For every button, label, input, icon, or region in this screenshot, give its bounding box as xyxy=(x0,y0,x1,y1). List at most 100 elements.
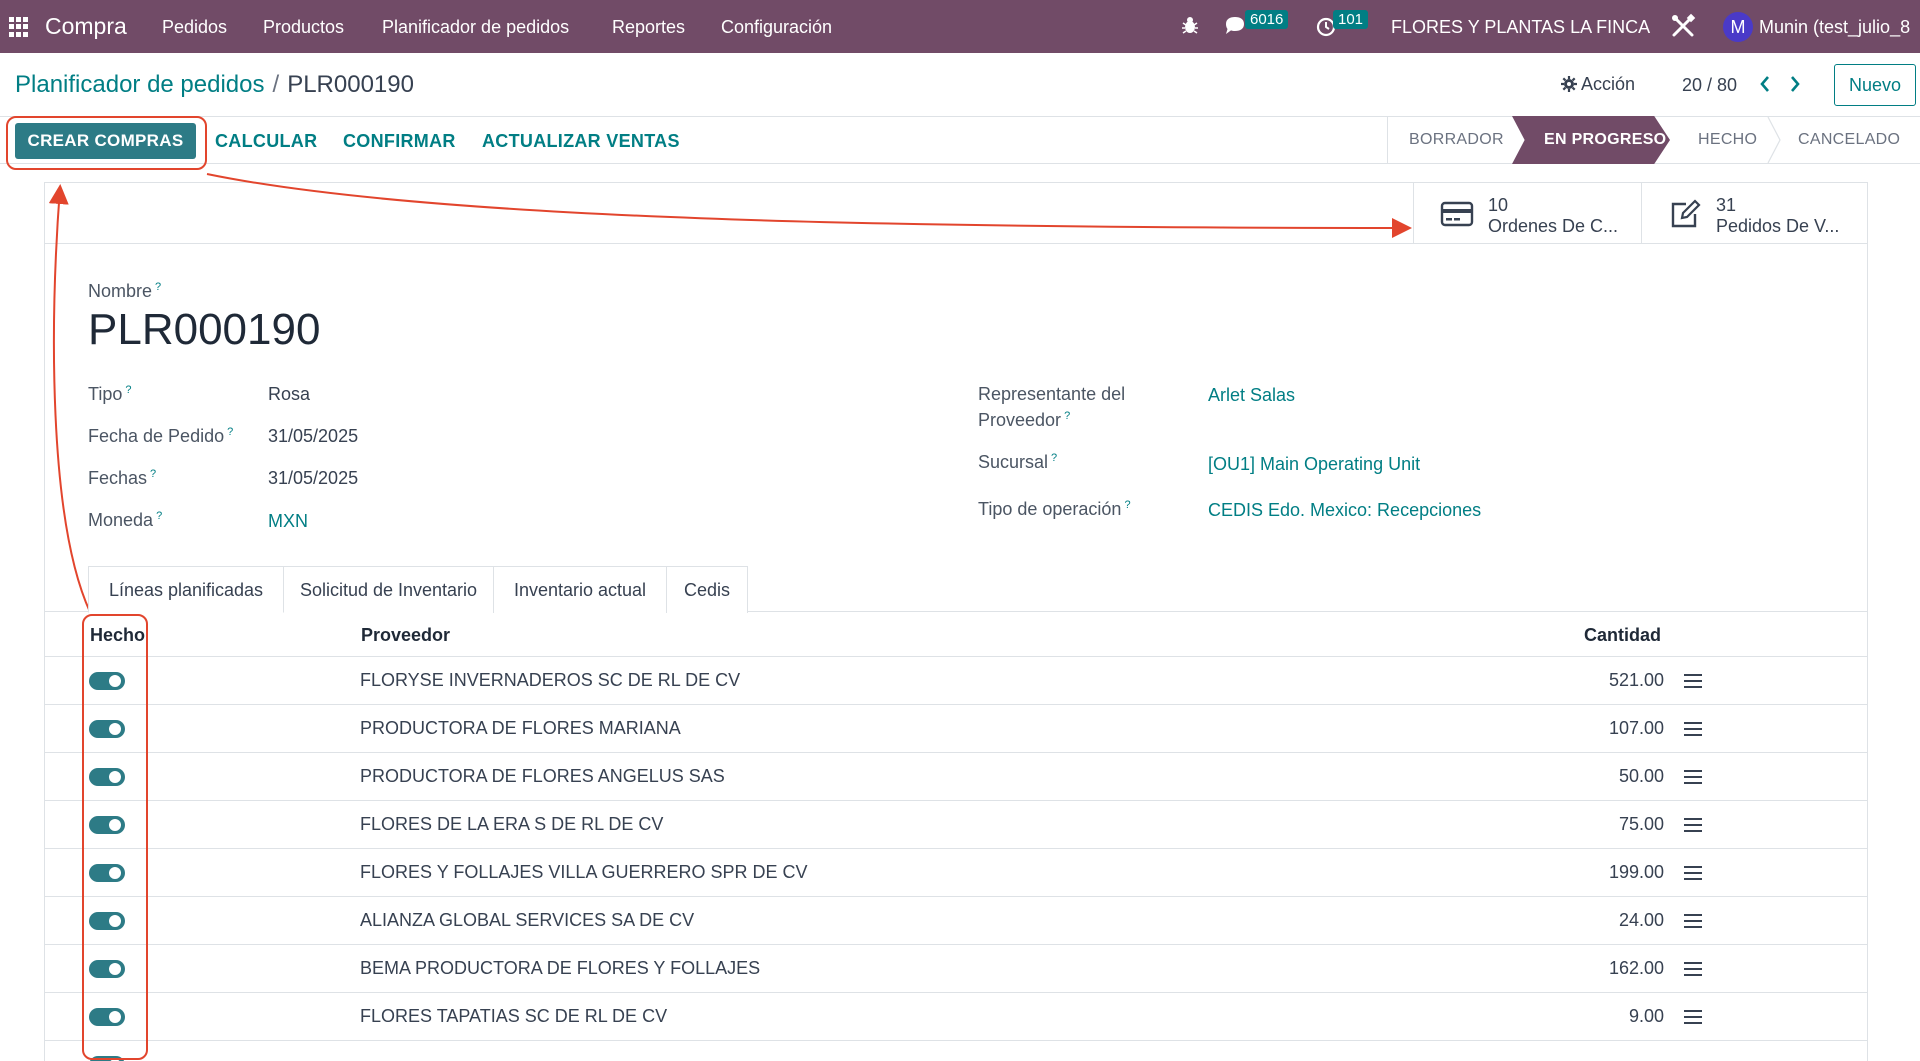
drag-handle-icon[interactable] xyxy=(1684,722,1702,736)
new-button[interactable]: Nuevo xyxy=(1834,64,1916,106)
stage-cancelled[interactable]: CANCELADO xyxy=(1798,131,1900,149)
messages-icon[interactable] xyxy=(1223,14,1247,38)
app-name[interactable]: Compra xyxy=(45,13,127,40)
confirm-button[interactable]: CONFIRMAR xyxy=(343,131,456,152)
done-toggle[interactable] xyxy=(89,960,125,978)
purchase-orders-count: 10 xyxy=(1488,195,1509,215)
user-avatar[interactable]: M xyxy=(1723,12,1753,42)
table-row[interactable]: FLORES DE LA ERA S DE RL DE CV 75.00 xyxy=(44,800,1868,848)
currency-value[interactable]: MXN xyxy=(268,511,308,532)
quantity-cell[interactable]: 75.00 xyxy=(1619,814,1664,835)
company-switcher[interactable]: FLORES Y PLANTAS LA FINCA xyxy=(1391,17,1650,38)
branch-value[interactable]: [OU1] Main Operating Unit xyxy=(1208,454,1420,475)
column-header-supplier[interactable]: Proveedor xyxy=(361,625,450,646)
done-toggle[interactable] xyxy=(89,816,125,834)
supplier-rep-label-line1: Representante del xyxy=(978,384,1126,404)
chevron-right-icon[interactable] xyxy=(1787,74,1803,94)
drag-handle-icon[interactable] xyxy=(1684,914,1702,928)
apps-menu-icon[interactable] xyxy=(9,17,29,37)
table-row[interactable]: FLORES TAPATIAS SC DE RL DE CV 9.00 xyxy=(44,992,1868,1040)
table-row[interactable] xyxy=(44,1040,1868,1061)
done-toggle[interactable] xyxy=(89,768,125,786)
done-toggle[interactable] xyxy=(89,912,125,930)
action-menu-button[interactable]: Acción xyxy=(1561,74,1635,95)
breadcrumb-parent[interactable]: Planificador de pedidos xyxy=(15,71,265,98)
done-toggle[interactable] xyxy=(89,1056,125,1061)
supplier-cell[interactable]: FLORES DE LA ERA S DE RL DE CV xyxy=(360,814,663,835)
tab-cedis[interactable]: Cedis xyxy=(666,566,748,613)
done-toggle[interactable] xyxy=(89,720,125,738)
supplier-cell[interactable]: BEMA PRODUCTORA DE FLORES Y FOLLAJES xyxy=(360,958,760,979)
smart-button-sale-orders[interactable]: 31 Pedidos De V... xyxy=(1641,183,1867,243)
action-label: Acción xyxy=(1581,74,1636,94)
order-date-value[interactable]: 31/05/2025 xyxy=(268,426,358,447)
chevron-left-icon[interactable] xyxy=(1757,74,1773,94)
quantity-cell[interactable]: 199.00 xyxy=(1609,862,1664,883)
type-value[interactable]: Rosa xyxy=(268,384,310,405)
supplier-cell[interactable]: FLORES TAPATIAS SC DE RL DE CV xyxy=(360,1006,667,1027)
table-row[interactable]: FLORYSE INVERNADEROS SC DE RL DE CV 521.… xyxy=(44,656,1868,704)
create-purchases-button[interactable]: CREAR COMPRAS xyxy=(15,123,196,159)
menu-configuracion[interactable]: Configuración xyxy=(721,17,832,38)
drag-handle-icon[interactable] xyxy=(1684,1010,1702,1024)
quantity-cell[interactable]: 521.00 xyxy=(1609,670,1664,691)
menu-planificador[interactable]: Planificador de pedidos xyxy=(382,17,569,38)
gear-icon xyxy=(1561,76,1577,92)
quantity-cell[interactable]: 162.00 xyxy=(1609,958,1664,979)
stage-in-progress[interactable]: EN PROGRESO xyxy=(1512,116,1670,164)
table-row[interactable]: FLORES Y FOLLAJES VILLA GUERRERO SPR DE … xyxy=(44,848,1868,896)
stage-draft[interactable]: BORRADOR xyxy=(1409,131,1504,149)
smart-button-purchase-orders[interactable]: 10 Ordenes De C... xyxy=(1413,183,1641,243)
menu-reportes[interactable]: Reportes xyxy=(612,17,685,38)
supplier-cell[interactable]: PRODUCTORA DE FLORES ANGELUS SAS xyxy=(360,766,725,787)
statusbar: CREAR COMPRAS CALCULAR CONFIRMAR ACTUALI… xyxy=(0,116,1920,164)
operation-type-value[interactable]: CEDIS Edo. Mexico: Recepciones xyxy=(1208,500,1481,521)
purchase-orders-label: Ordenes De C... xyxy=(1488,216,1619,236)
drag-handle-icon[interactable] xyxy=(1684,770,1702,784)
supplier-cell[interactable]: FLORES Y FOLLAJES VILLA GUERRERO SPR DE … xyxy=(360,862,808,883)
tab-inventory-request[interactable]: Solicitud de Inventario xyxy=(283,566,494,613)
drag-handle-icon[interactable] xyxy=(1684,866,1702,880)
tab-planned-lines[interactable]: Líneas planificadas xyxy=(88,566,284,613)
calculate-button[interactable]: CALCULAR xyxy=(215,131,317,152)
tools-icon[interactable] xyxy=(1670,13,1696,39)
supplier-rep-label-line2: Proveedor? xyxy=(978,410,1071,430)
supplier-cell[interactable]: FLORYSE INVERNADEROS SC DE RL DE CV xyxy=(360,670,740,691)
table-row[interactable]: PRODUCTORA DE FLORES ANGELUS SAS 50.00 xyxy=(44,752,1868,800)
done-toggle[interactable] xyxy=(89,672,125,690)
stage-done[interactable]: HECHO xyxy=(1698,131,1757,149)
drag-handle-icon[interactable] xyxy=(1684,674,1702,688)
supplier-rep-value[interactable]: Arlet Salas xyxy=(1208,385,1295,406)
column-header-quantity[interactable]: Cantidad xyxy=(1584,625,1661,646)
update-sales-button[interactable]: ACTUALIZAR VENTAS xyxy=(482,131,680,152)
table-row[interactable]: ALIANZA GLOBAL SERVICES SA DE CV 24.00 xyxy=(44,896,1868,944)
drag-handle-icon[interactable] xyxy=(1684,818,1702,832)
supplier-cell[interactable]: PRODUCTORA DE FLORES MARIANA xyxy=(360,718,681,739)
drag-handle-icon[interactable] xyxy=(1684,962,1702,976)
quantity-cell[interactable]: 24.00 xyxy=(1619,910,1664,931)
done-toggle[interactable] xyxy=(89,1008,125,1026)
column-header-done[interactable]: Hecho xyxy=(90,625,145,646)
debug-bug-icon[interactable] xyxy=(1180,14,1200,36)
quantity-cell[interactable]: 107.00 xyxy=(1609,718,1664,739)
done-toggle[interactable] xyxy=(89,864,125,882)
table-row[interactable]: BEMA PRODUCTORA DE FLORES Y FOLLAJES 162… xyxy=(44,944,1868,992)
menu-pedidos[interactable]: Pedidos xyxy=(162,17,227,38)
quantity-cell[interactable]: 50.00 xyxy=(1619,766,1664,787)
menu-productos[interactable]: Productos xyxy=(263,17,344,38)
supplier-cell[interactable]: ALIANZA GLOBAL SERVICES SA DE CV xyxy=(360,910,694,931)
stage-in-progress-label: EN PROGRESO xyxy=(1544,131,1667,148)
dates-value[interactable]: 31/05/2025 xyxy=(268,468,358,489)
record-name[interactable]: PLR000190 xyxy=(88,305,320,355)
user-name[interactable]: Munin (test_julio_8 xyxy=(1759,17,1910,38)
breadcrumb-separator: / xyxy=(272,71,280,98)
activities-badge: 101 xyxy=(1333,10,1369,29)
breadcrumb: Planificador de pedidos / PLR000190 xyxy=(15,71,414,99)
quantity-cell[interactable]: 9.00 xyxy=(1629,1006,1664,1027)
top-navbar: Compra Pedidos Productos Planificador de… xyxy=(0,0,1920,53)
table-row[interactable]: PRODUCTORA DE FLORES MARIANA 107.00 xyxy=(44,704,1868,752)
stage-pipeline: BORRADOR EN PROGRESO HECHO CANCELADO xyxy=(1387,116,1920,164)
pager-value[interactable]: 20 / 80 xyxy=(1682,75,1737,96)
type-label: Tipo? xyxy=(88,384,132,404)
tab-current-inventory[interactable]: Inventario actual xyxy=(493,566,667,613)
